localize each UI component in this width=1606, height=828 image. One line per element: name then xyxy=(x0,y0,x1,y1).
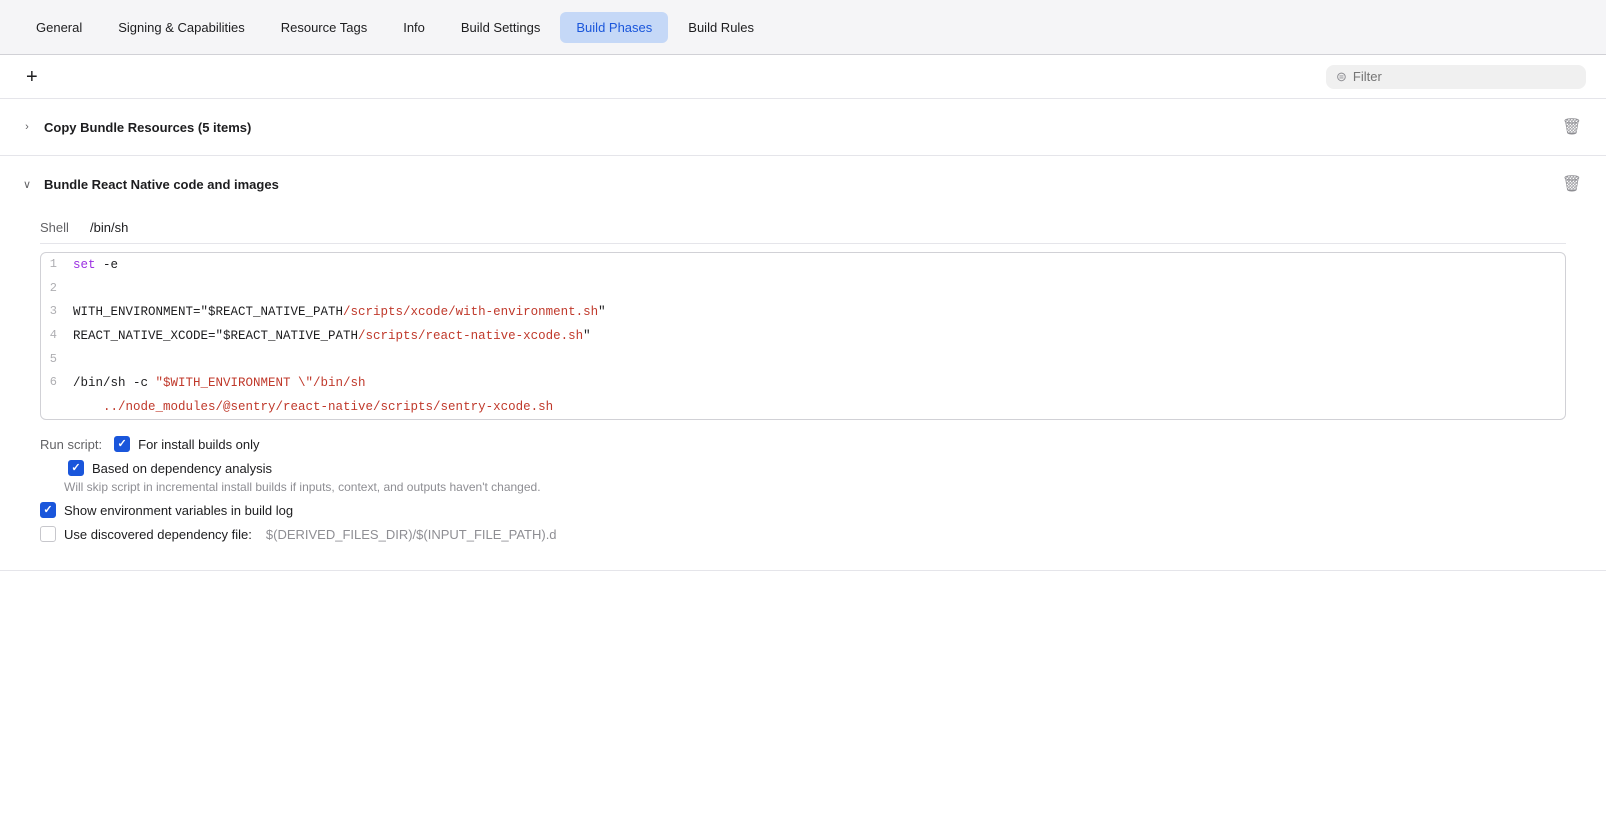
filter-icon: ⊜ xyxy=(1336,69,1347,85)
option4-checkbox[interactable] xyxy=(40,526,56,542)
line-num-4: 4 xyxy=(41,326,73,345)
code-line-1: 1 set -e xyxy=(41,253,1553,277)
option3-checkbox[interactable] xyxy=(40,502,56,518)
option4-value: $(DERIVED_FILES_DIR)/$(INPUT_FILE_PATH).… xyxy=(266,527,557,542)
bundle-rn-title: Bundle React Native code and images xyxy=(44,177,279,192)
add-button[interactable]: + xyxy=(20,65,44,89)
option4-label: Use discovered dependency file: xyxy=(64,527,252,542)
option2-label: Based on dependency analysis xyxy=(92,461,272,476)
line-code-6: /bin/sh -c "$WITH_ENVIRONMENT \"/bin/sh xyxy=(73,373,1553,393)
trash-icon: 🗑 xyxy=(1562,119,1582,136)
trash-icon-2: 🗑 xyxy=(1562,176,1582,193)
shell-label: Shell xyxy=(40,220,90,235)
line-num-5: 5 xyxy=(41,350,73,369)
option1-checkbox[interactable] xyxy=(114,436,130,452)
tab-build-settings[interactable]: Build Settings xyxy=(445,12,557,43)
tab-build-phases[interactable]: Build Phases xyxy=(560,12,668,43)
tab-info[interactable]: Info xyxy=(387,12,441,43)
tab-bar: General Signing & Capabilities Resource … xyxy=(0,0,1606,55)
line-num-2: 2 xyxy=(41,279,73,298)
line-num-3: 3 xyxy=(41,302,73,321)
bundle-rn-header-left: ∨ Bundle React Native code and images xyxy=(20,177,279,192)
code-editor[interactable]: 1 set -e 2 3 WITH_ENVIRONMENT="$REACT_NA… xyxy=(40,252,1566,420)
code-line-3: 3 WITH_ENVIRONMENT="$REACT_NATIVE_PATH/s… xyxy=(41,300,1553,324)
tab-build-rules[interactable]: Build Rules xyxy=(672,12,770,43)
copy-bundle-section: › Copy Bundle Resources (5 items) 🗑 xyxy=(0,99,1606,156)
filter-wrapper: ⊜ xyxy=(1326,65,1586,89)
tab-general[interactable]: General xyxy=(20,12,98,43)
bundle-rn-delete[interactable]: 🗑 xyxy=(1558,172,1586,196)
toolbar: + ⊜ xyxy=(0,55,1606,99)
code-line-6: 6 /bin/sh -c "$WITH_ENVIRONMENT \"/bin/s… xyxy=(41,371,1553,395)
line-code-1: set -e xyxy=(73,255,1553,275)
option2-hint: Will skip script in incremental install … xyxy=(64,480,1566,494)
option2-checkbox[interactable] xyxy=(68,460,84,476)
option1-label: For install builds only xyxy=(138,437,259,452)
tab-resource-tags[interactable]: Resource Tags xyxy=(265,12,383,43)
option4-row: Use discovered dependency file: $(DERIVE… xyxy=(40,526,1566,542)
bundle-rn-section: ∨ Bundle React Native code and images 🗑 … xyxy=(0,156,1606,571)
copy-bundle-header-left: › Copy Bundle Resources (5 items) xyxy=(20,120,251,135)
line-num-1: 1 xyxy=(41,255,73,274)
line-code-4: REACT_NATIVE_XCODE="$REACT_NATIVE_PATH/s… xyxy=(73,326,1553,346)
copy-bundle-header[interactable]: › Copy Bundle Resources (5 items) 🗑 xyxy=(0,99,1606,155)
shell-value: /bin/sh xyxy=(90,220,128,235)
bundle-rn-chevron: ∨ xyxy=(20,178,34,191)
copy-bundle-chevron: › xyxy=(20,121,34,133)
bundle-rn-header[interactable]: ∨ Bundle React Native code and images 🗑 xyxy=(0,156,1606,212)
copy-bundle-title: Copy Bundle Resources (5 items) xyxy=(44,120,251,135)
options-section: Run script: For install builds only Base… xyxy=(40,436,1566,542)
option3-row: Show environment variables in build log xyxy=(40,502,1566,518)
run-script-label: Run script: xyxy=(40,437,102,452)
code-line-6b: ../node_modules/@sentry/react-native/scr… xyxy=(41,395,1553,419)
run-script-row: Run script: For install builds only xyxy=(40,436,1566,452)
code-scroll[interactable]: 1 set -e 2 3 WITH_ENVIRONMENT="$REACT_NA… xyxy=(41,253,1565,419)
line-code-3: WITH_ENVIRONMENT="$REACT_NATIVE_PATH/scr… xyxy=(73,302,1553,322)
shell-row: Shell /bin/sh xyxy=(40,212,1566,244)
bundle-rn-body: Shell /bin/sh 1 set -e 2 xyxy=(0,212,1606,570)
option2-row: Based on dependency analysis xyxy=(68,460,1566,476)
code-line-5: 5 xyxy=(41,348,1553,371)
code-line-2: 2 xyxy=(41,277,1553,300)
filter-input[interactable] xyxy=(1353,69,1576,84)
tab-signing[interactable]: Signing & Capabilities xyxy=(102,12,260,43)
option3-label: Show environment variables in build log xyxy=(64,503,293,518)
copy-bundle-delete[interactable]: 🗑 xyxy=(1558,115,1586,139)
content: › Copy Bundle Resources (5 items) 🗑 ∨ Bu… xyxy=(0,99,1606,571)
line-num-6: 6 xyxy=(41,373,73,392)
code-line-4: 4 REACT_NATIVE_XCODE="$REACT_NATIVE_PATH… xyxy=(41,324,1553,348)
line-code-6b: ../node_modules/@sentry/react-native/scr… xyxy=(73,397,1553,417)
